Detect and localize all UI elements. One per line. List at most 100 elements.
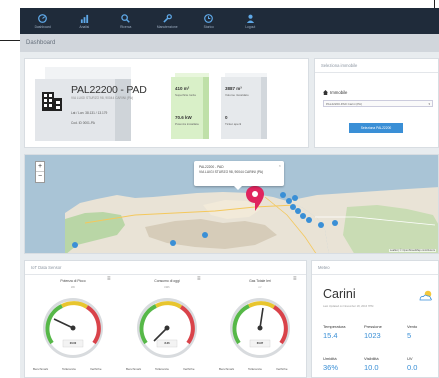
property-coordinates: Lat / Lon: 38.131 / 13.179 (71, 111, 108, 115)
stat-label: Volume riscaldato (225, 93, 249, 97)
wrench-icon (163, 13, 172, 23)
partly-cloudy-icon (419, 290, 432, 301)
stat-value: 70.6 kW (175, 115, 192, 120)
weather-metric-value: 10.0 (364, 363, 379, 372)
map-popup: × PAL22200 - PAD VIA LUIGI STURZO 98, 90… (194, 161, 284, 190)
property-name: PAL22200 - PAD (71, 84, 147, 96)
nav-label: Ricerca (120, 24, 132, 29)
page-title: Dashboard (26, 40, 56, 46)
stat-label: Superficie lorda (175, 93, 196, 97)
selector-label-text: Immobile (330, 90, 348, 95)
weather-metric-label: Umidità (323, 356, 337, 361)
gauge-potenza (43, 298, 103, 358)
nav-label: Storico (203, 24, 214, 29)
nav-label: Analisi (79, 24, 90, 29)
gauge-footer: Benchmark (126, 367, 142, 371)
select-value: PAL22200-PAD Carini (PA) (326, 102, 363, 106)
weather-metric-value: 5 (407, 331, 412, 340)
stat-label: Potenza installata (175, 122, 199, 126)
gauge-title: Consumo di oggi (154, 279, 180, 283)
gauge-unit: kWh (164, 286, 170, 289)
gauge-value: 8.36 (164, 342, 170, 345)
nav-label: Manutenzione (156, 24, 178, 29)
chart-icon (80, 14, 88, 23)
property-address: VIA LUIGI STURZO 98, 90044 CARINI (PA) (71, 96, 133, 100)
nav-item-dashboard[interactable]: Dashboard (22, 8, 64, 34)
gauge-unit: m³ (258, 286, 262, 289)
user-icon (246, 14, 254, 23)
zoom-out-button[interactable]: − (36, 172, 44, 182)
stat-value: 0 (225, 115, 228, 120)
top-nav: Dashboard Analisi Ricerca Manutenzione S… (20, 8, 439, 34)
sensor-panel: IoT Data Sensor Potenza di Picco kW ≡ 20… (24, 260, 307, 378)
gauge-title: Gas Totale Ieri (249, 279, 271, 283)
chevron-down-icon: ▾ (428, 102, 430, 106)
gauge-footer: Verifiche (90, 367, 102, 371)
weather-panel: Meteo Carini Last Updated on November 18… (311, 260, 439, 378)
gauge-unit: kW (71, 286, 75, 289)
weather-metric-label: Pressione (364, 324, 382, 329)
zoom-in-button[interactable]: + (36, 162, 44, 172)
weather-metric-value: 0.0 (407, 363, 418, 372)
weather-city: Carini (323, 287, 356, 301)
gauge-value: 20.00 (69, 342, 77, 345)
close-icon[interactable]: × (279, 163, 281, 168)
popup-address: VIA LUIGI STURZO 98, 90044 CARINI (PA) (199, 170, 264, 174)
property-panel: PAL22200 - PAD VIA LUIGI STURZO 98, 9004… (24, 58, 309, 148)
menu-icon[interactable]: ≡ (293, 276, 297, 282)
map-attribution[interactable]: Leaflet | © OpenStreetMap contributors (388, 249, 436, 252)
clock-icon (204, 13, 214, 23)
stat-card-gray: 3887 m³ Volume riscaldato 0 Ticket apert… (221, 73, 267, 139)
stat-card-green: 410 m² Superficie lorda 70.6 kW Potenza … (171, 73, 209, 139)
gauge-footer: Verifiche (183, 367, 195, 371)
nav-label: Logout (245, 24, 256, 29)
nav-item-storico[interactable]: Storico (188, 8, 230, 34)
search-icon (121, 13, 131, 23)
popup-tip (234, 186, 242, 190)
selector-label: Immobile (323, 90, 347, 95)
page-header: Dashboard (20, 34, 439, 52)
home-icon (323, 90, 328, 95)
gauge-footer: Verifiche (276, 367, 288, 371)
menu-icon[interactable]: ≡ (197, 276, 201, 282)
building-icon (42, 92, 62, 111)
property-code: Cod. ID 0001-PA (71, 121, 95, 125)
weather-updated: Last Updated on November 18, 2016 7PM (323, 305, 374, 308)
stat-label: Ticket aperti (225, 122, 242, 126)
weather-metric-label: Visibilità (364, 356, 379, 361)
nav-item-analisi[interactable]: Analisi (64, 8, 106, 34)
annotation-line (0, 40, 20, 41)
gauge-footer: Benchmark (219, 367, 235, 371)
property-selector-panel: Seleziona immobile Immobile PAL22200-PAD… (314, 58, 439, 148)
panel-title: Seleziona immobile (315, 59, 438, 73)
nav-item-manutenzione[interactable]: Manutenzione (147, 8, 189, 34)
gauge-title: Potenza di Picco (60, 279, 86, 283)
weather-metric-value: 15.4 (323, 331, 338, 340)
nav-label: Dashboard (34, 24, 51, 29)
popup-title: PAL22200 - PAD (199, 165, 224, 169)
gauge-footer: Benchmark (33, 367, 49, 371)
nav-item-logout[interactable]: Logout (230, 8, 272, 34)
map-panel[interactable]: + − × PAL22200 - PAD VIA LUIGI STURZO 98… (24, 154, 439, 254)
stat-value: 3887 m³ (225, 86, 242, 91)
panel-title: IoT Data Sensor (25, 261, 306, 275)
select-property-button[interactable]: Seleziona PAL22200 (349, 123, 403, 133)
panel-title: Meteo (312, 261, 438, 275)
weather-metric-label: Vento (407, 324, 418, 329)
gauge-gas (230, 298, 290, 358)
property-select[interactable]: PAL22200-PAD Carini (PA) ▾ (323, 100, 433, 107)
zoom-control: + − (35, 161, 45, 183)
gauge-footer: Tolleranza (155, 367, 169, 371)
weather-metric-label: Temperatura (323, 324, 346, 329)
gauge-footer: Tolleranza (62, 367, 76, 371)
menu-icon[interactable]: ≡ (107, 276, 111, 282)
weather-metric-label: UV (407, 356, 413, 361)
nav-item-ricerca[interactable]: Ricerca (105, 8, 147, 34)
gauge-value: 60.87 (256, 342, 264, 345)
dashboard-icon (38, 13, 48, 23)
weather-metric-value: 1023 (364, 331, 381, 340)
gauge-consumo (137, 298, 197, 358)
weather-metric-value: 36% (323, 363, 339, 372)
stat-value: 410 m² (175, 86, 190, 91)
gauge-footer: Tolleranza (248, 367, 262, 371)
